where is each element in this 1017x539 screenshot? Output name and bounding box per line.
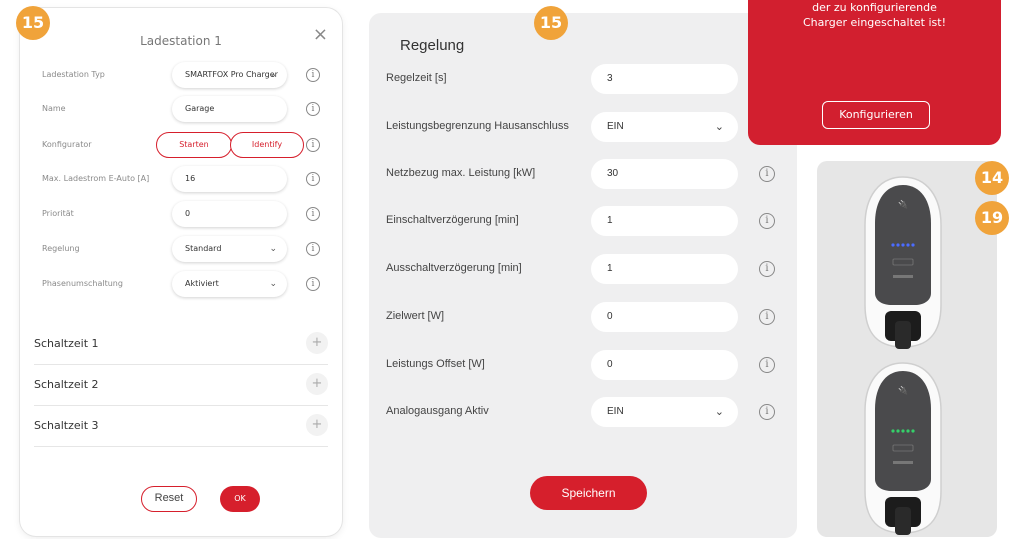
info-icon[interactable]: i bbox=[306, 138, 320, 152]
field-row-type: Ladestation Typ SMARTFOX Pro Charger ⌄ i bbox=[20, 62, 342, 90]
info-icon[interactable]: i bbox=[759, 309, 775, 325]
power-offset-input[interactable]: 0 bbox=[591, 350, 738, 380]
start-button[interactable]: Starten bbox=[156, 132, 232, 158]
field-row-regelung: Regelung Standard ⌄ i bbox=[20, 236, 342, 264]
field-row-phase-switching: Phasenumschaltung Aktiviert ⌄ i bbox=[20, 271, 342, 299]
info-icon[interactable]: i bbox=[306, 277, 320, 291]
info-icon[interactable]: i bbox=[306, 102, 320, 116]
schaltzeit-section-3[interactable]: Schaltzeit 3 + bbox=[34, 407, 328, 447]
step-badge: 19 bbox=[975, 201, 1009, 235]
section-label: Schaltzeit 1 bbox=[34, 337, 99, 350]
configure-notice: der zu konfigurierende Charger eingescha… bbox=[748, 0, 1001, 145]
schaltzeit-section-1[interactable]: Schaltzeit 1 + bbox=[34, 325, 328, 365]
close-icon[interactable]: × bbox=[313, 24, 328, 45]
row-regelzeit: Regelzeit [s] 3 bbox=[369, 64, 797, 94]
regelzeit-input[interactable]: 3 bbox=[591, 64, 738, 94]
field-label: Zielwert [W] bbox=[386, 310, 445, 322]
select-value: Standard bbox=[185, 244, 222, 253]
step-badge: 15 bbox=[534, 6, 568, 40]
regelung-panel: 15 Regelung Regelzeit [s] 3 Leistungsbeg… bbox=[369, 6, 797, 538]
field-label: Analogausgang Aktiv bbox=[386, 405, 489, 417]
chevron-down-icon: ⌄ bbox=[269, 70, 277, 80]
reset-button[interactable]: Reset bbox=[141, 486, 197, 512]
info-icon[interactable]: i bbox=[759, 213, 775, 229]
field-label: Name bbox=[42, 104, 66, 113]
info-icon[interactable]: i bbox=[759, 404, 775, 420]
row-switch-off-delay: Ausschaltverzögerung [min] 1 i bbox=[369, 254, 797, 284]
info-icon[interactable]: i bbox=[759, 166, 775, 182]
info-icon[interactable]: i bbox=[306, 172, 320, 186]
step-badge: 14 bbox=[975, 161, 1009, 195]
panel-title: Regelung bbox=[400, 37, 465, 54]
name-input[interactable]: Garage bbox=[172, 96, 287, 122]
charger-settings-dialog: 15 Ladestation 1 × Ladestation Typ SMART… bbox=[16, 6, 342, 536]
plus-icon[interactable]: + bbox=[306, 414, 328, 436]
priority-input[interactable]: 0 bbox=[172, 201, 287, 227]
select-value: SMARTFOX Pro Charger bbox=[185, 70, 278, 79]
row-power-limit: Leistungsbegrenzung Hausanschluss EIN ⌄ bbox=[369, 112, 797, 142]
field-label: Regelung bbox=[42, 244, 80, 253]
schaltzeit-section-2[interactable]: Schaltzeit 2 + bbox=[34, 366, 328, 406]
charger-type-select[interactable]: SMARTFOX Pro Charger ⌄ bbox=[172, 62, 287, 88]
info-icon[interactable]: i bbox=[306, 242, 320, 256]
dialog-title: Ladestation 1 bbox=[140, 34, 222, 48]
field-label: Ausschaltverzögerung [min] bbox=[386, 262, 522, 274]
svg-text:🔌: 🔌 bbox=[898, 199, 908, 209]
info-icon[interactable]: i bbox=[759, 261, 775, 277]
target-value-input[interactable]: 0 bbox=[591, 302, 738, 332]
field-label: Priorität bbox=[42, 209, 74, 218]
chevron-down-icon: ⌄ bbox=[269, 244, 277, 254]
chevron-down-icon: ⌄ bbox=[714, 406, 724, 418]
regelung-select[interactable]: Standard ⌄ bbox=[172, 236, 287, 262]
phase-switching-select[interactable]: Aktiviert ⌄ bbox=[172, 271, 287, 297]
analog-output-select[interactable]: EIN ⌄ bbox=[591, 397, 738, 427]
row-max-grid-power: Netzbezug max. Leistung [kW] 30 i bbox=[369, 159, 797, 189]
field-row-max-current: Max. Ladestrom E-Auto [A] 16 i bbox=[20, 166, 342, 194]
notice-text: der zu konfigurierende Charger eingescha… bbox=[748, 0, 1001, 30]
row-target-value: Zielwert [W] 0 i bbox=[369, 302, 797, 332]
field-label: Leistungs Offset [W] bbox=[386, 358, 485, 370]
info-icon[interactable]: i bbox=[306, 68, 320, 82]
switch-off-delay-input[interactable]: 1 bbox=[591, 254, 738, 284]
section-label: Schaltzeit 2 bbox=[34, 378, 99, 391]
charger-image-green: 🔌 bbox=[864, 362, 942, 535]
svg-text:🔌: 🔌 bbox=[898, 385, 908, 395]
save-button[interactable]: Speichern bbox=[530, 476, 647, 510]
chevron-down-icon: ⌄ bbox=[714, 121, 724, 133]
row-switch-on-delay: Einschaltverzögerung [min] 1 i bbox=[369, 206, 797, 236]
notice-line-1: der zu konfigurierende bbox=[812, 1, 937, 14]
field-row-name: Name Garage i bbox=[20, 96, 342, 124]
charger-image-blue: 🔌 bbox=[864, 176, 942, 349]
power-limit-select[interactable]: EIN ⌄ bbox=[591, 112, 738, 142]
identify-button[interactable]: Identify bbox=[230, 132, 304, 158]
select-value: Aktiviert bbox=[185, 279, 219, 288]
field-label: Einschaltverzögerung [min] bbox=[386, 214, 519, 226]
plus-icon[interactable]: + bbox=[306, 373, 328, 395]
field-row-priority: Priorität 0 i bbox=[20, 201, 342, 229]
section-label: Schaltzeit 3 bbox=[34, 419, 99, 432]
chevron-down-icon: ⌄ bbox=[269, 279, 277, 289]
info-icon[interactable]: i bbox=[306, 207, 320, 221]
plus-icon[interactable]: + bbox=[306, 332, 328, 354]
max-grid-power-input[interactable]: 30 bbox=[591, 159, 738, 189]
select-value: EIN bbox=[607, 121, 624, 132]
field-label: Ladestation Typ bbox=[42, 70, 105, 79]
field-label: Max. Ladestrom E-Auto [A] bbox=[42, 174, 150, 183]
configure-button[interactable]: Konfigurieren bbox=[822, 101, 930, 129]
switch-on-delay-input[interactable]: 1 bbox=[591, 206, 738, 236]
max-current-input[interactable]: 16 bbox=[172, 166, 287, 192]
field-label: Leistungsbegrenzung Hausanschluss bbox=[386, 120, 569, 132]
row-analog-output: Analogausgang Aktiv EIN ⌄ i bbox=[369, 397, 797, 427]
ok-button[interactable]: OK bbox=[220, 486, 260, 512]
field-label: Regelzeit [s] bbox=[386, 72, 447, 84]
charger-image-panel: 🔌 🔌 bbox=[817, 161, 997, 537]
info-icon[interactable]: i bbox=[759, 357, 775, 373]
field-label: Netzbezug max. Leistung [kW] bbox=[386, 167, 536, 179]
field-label: Phasenumschaltung bbox=[42, 279, 123, 288]
field-row-configurator: Konfigurator Starten Identify i bbox=[20, 132, 342, 160]
select-value: EIN bbox=[607, 406, 624, 417]
row-power-offset: Leistungs Offset [W] 0 i bbox=[369, 350, 797, 380]
notice-line-2: Charger eingeschaltet ist! bbox=[803, 16, 946, 29]
field-label: Konfigurator bbox=[42, 140, 92, 149]
